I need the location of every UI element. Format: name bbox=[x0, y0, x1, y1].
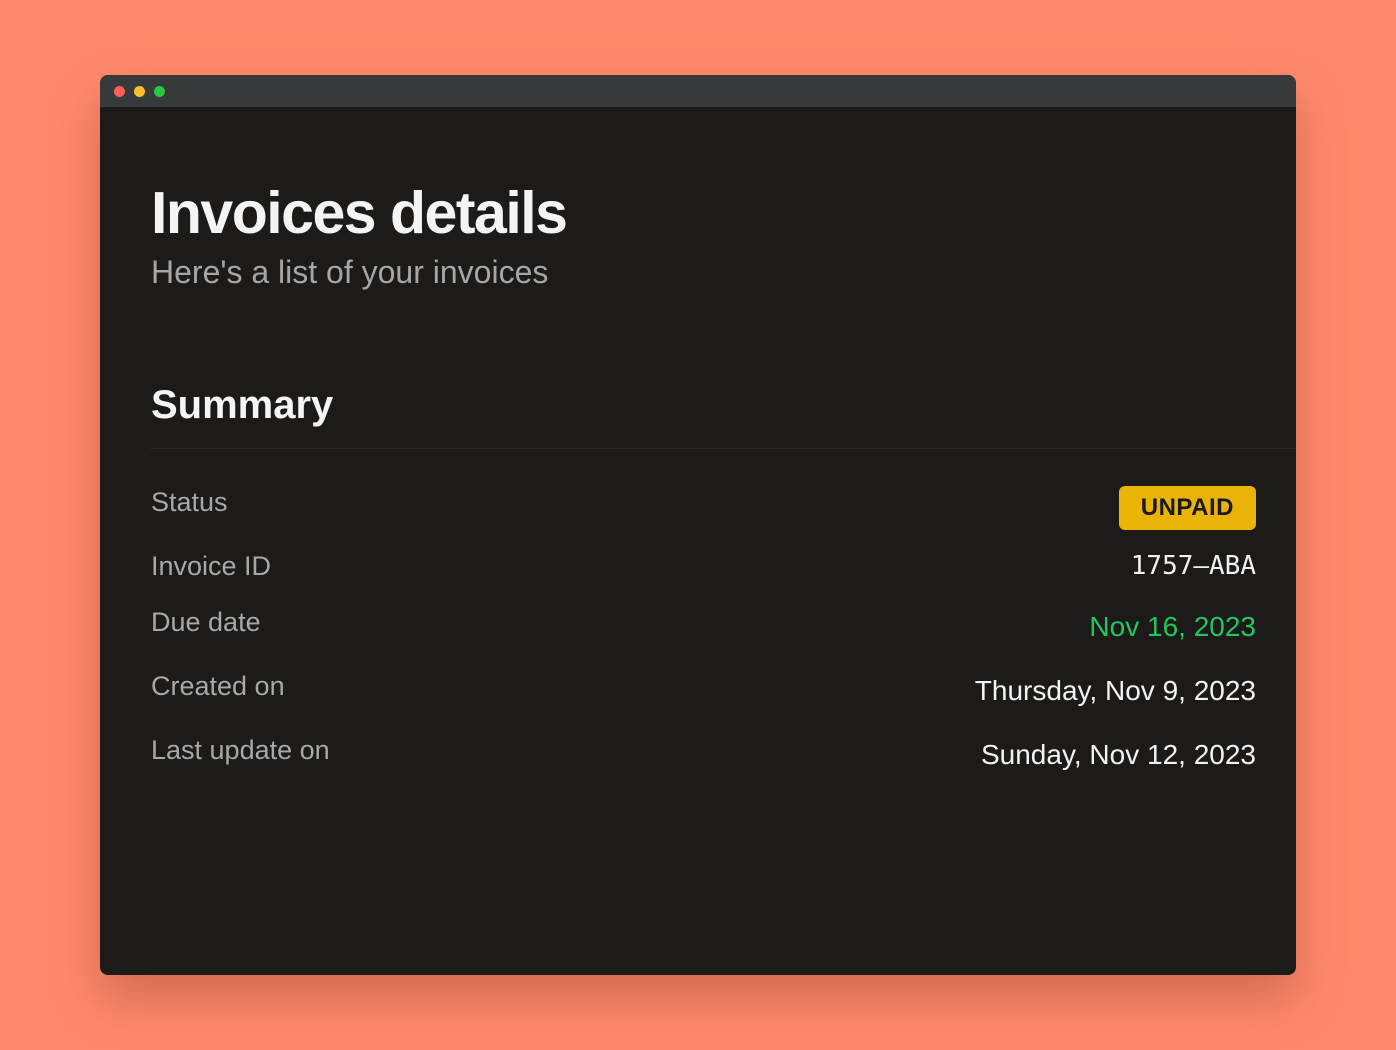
window-titlebar bbox=[100, 75, 1296, 107]
invoice-id-label: Invoice ID bbox=[151, 551, 272, 581]
maximize-window-button[interactable] bbox=[154, 86, 165, 97]
created-on-value: Thursday, Nov 9, 2023 bbox=[974, 675, 1256, 706]
minimize-window-button[interactable] bbox=[134, 86, 145, 97]
invoice-id-value: 1757–ABA bbox=[1130, 551, 1256, 581]
page-title: Invoices details bbox=[151, 180, 568, 246]
status-label: Status bbox=[151, 487, 228, 517]
due-date-label: Due date bbox=[151, 607, 261, 637]
summary-section-title: Summary bbox=[151, 383, 334, 427]
last-update-label: Last update on bbox=[151, 735, 330, 765]
close-window-button[interactable] bbox=[114, 86, 125, 97]
status-badge: UNPAID bbox=[1118, 486, 1256, 530]
summary-divider bbox=[151, 448, 1296, 449]
app-window: Invoices details Here's a list of your i… bbox=[100, 75, 1296, 975]
last-update-value: Sunday, Nov 12, 2023 bbox=[980, 739, 1256, 770]
page-subtitle: Here's a list of your invoices bbox=[151, 254, 549, 290]
created-on-label: Created on bbox=[151, 671, 285, 701]
due-date-value: Nov 16, 2023 bbox=[1089, 611, 1256, 642]
main-content: Invoices details Here's a list of your i… bbox=[151, 107, 1296, 975]
